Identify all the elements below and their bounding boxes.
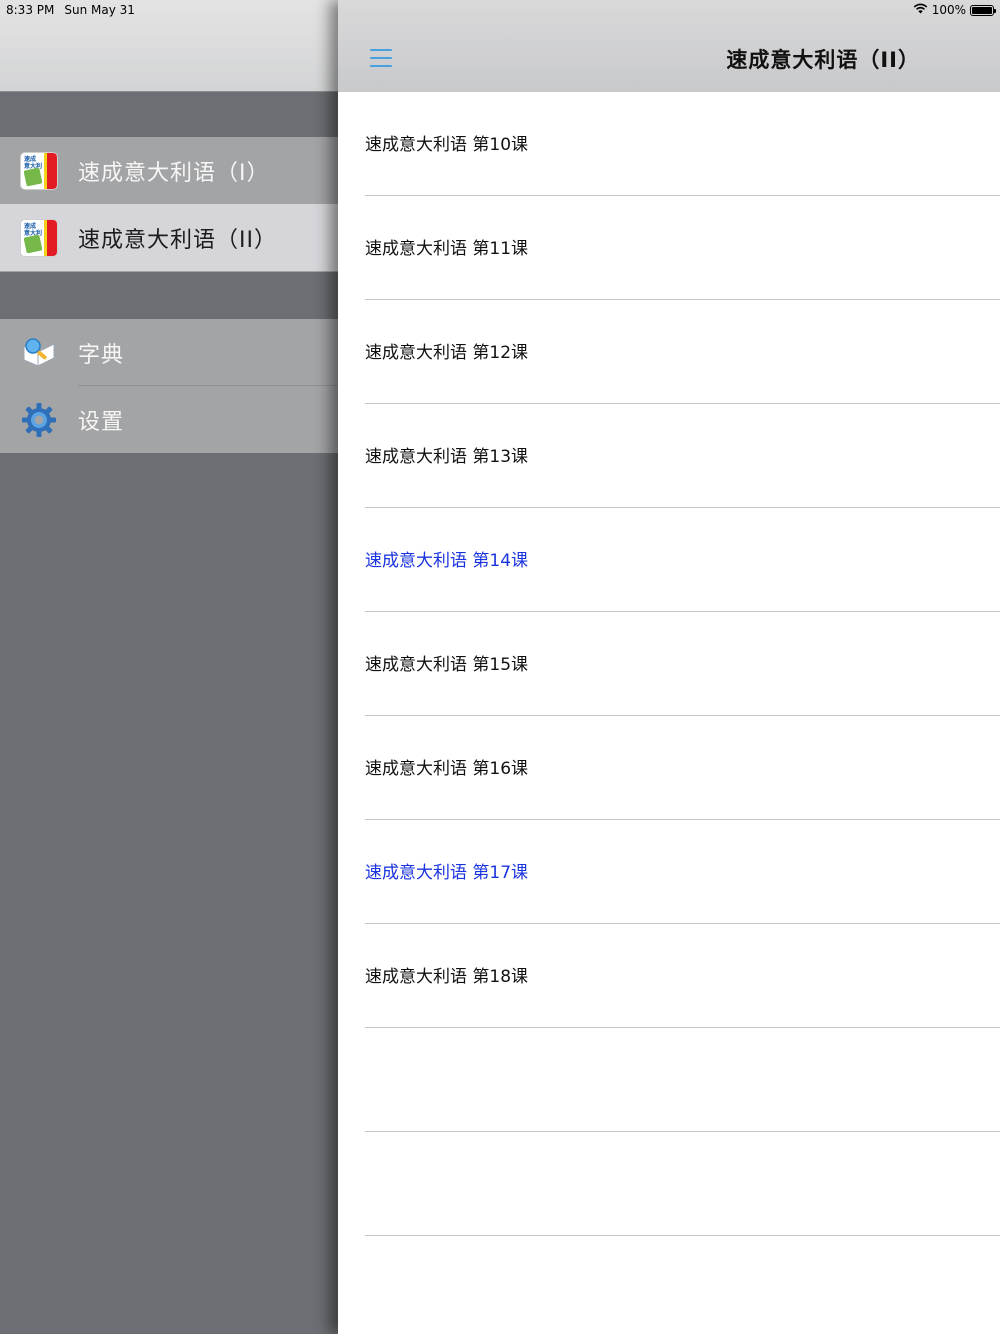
list-item[interactable]: 速成意大利语 第17课 <box>338 820 1000 924</box>
book-cover-icon: 速成 意大利 <box>20 151 58 190</box>
lesson-label: 速成意大利语 第12课 <box>365 342 529 363</box>
empty-list-item <box>338 1028 1000 1132</box>
hamburger-menu-icon[interactable] <box>370 49 392 67</box>
lesson-list: 速成意大利语 第10课 速成意大利语 第11课 速成意大利语 第12课 速成意大… <box>338 92 1000 1236</box>
main-panel: 速成意大利语（II） 速成意大利语 第10课 速成意大利语 第11课 速成意大利… <box>338 0 1000 1334</box>
lesson-label: 速成意大利语 第10课 <box>365 134 529 155</box>
book-cover-icon: 速成 意大利 <box>20 218 58 257</box>
list-item[interactable]: 速成意大利语 第13课 <box>338 404 1000 508</box>
battery-percent: 100% <box>931 3 966 17</box>
lesson-label: 速成意大利语 第11课 <box>365 238 529 259</box>
list-item[interactable]: 速成意大利语 第12课 <box>338 300 1000 404</box>
list-item[interactable]: 速成意大利语 第16课 <box>338 716 1000 820</box>
list-item[interactable]: 速成意大利语 第10课 <box>338 92 1000 196</box>
empty-list-item <box>338 1132 1000 1236</box>
gear-icon <box>20 401 58 439</box>
sidebar-item-settings[interactable]: 设置 <box>0 386 338 453</box>
sidebar-item-label: 设置 <box>78 409 125 435</box>
dictionary-icon <box>20 334 58 372</box>
lesson-label: 速成意大利语 第15课 <box>365 654 529 675</box>
list-item[interactable]: 速成意大利语 第11课 <box>338 196 1000 300</box>
lesson-label: 速成意大利语 第14课 <box>365 550 529 571</box>
sidebar-item-book-1[interactable]: 速成 意大利 速成意大利语（I） <box>0 137 338 204</box>
row-divider <box>365 1235 1000 1236</box>
sidebar-item-dictionary[interactable]: 字典 <box>0 319 338 386</box>
wifi-icon <box>913 3 928 17</box>
lesson-label: 速成意大利语 第16课 <box>365 758 529 779</box>
status-date: Sun May 31 <box>64 3 135 17</box>
list-item[interactable]: 速成意大利语 第18课 <box>338 924 1000 1028</box>
sidebar-item-label: 字典 <box>78 342 125 368</box>
status-time: 8:33 PM <box>6 3 55 17</box>
lesson-label: 速成意大利语 第17课 <box>365 862 529 883</box>
status-bar: 8:33 PM Sun May 31 100% <box>0 0 1000 22</box>
lesson-label: 速成意大利语 第18课 <box>365 966 529 987</box>
sidebar-tools-group: 字典 设置 <box>0 319 338 453</box>
list-item[interactable]: 速成意大利语 第14课 <box>338 508 1000 612</box>
sidebar-item-book-2[interactable]: 速成 意大利 速成意大利语（II） <box>0 204 338 271</box>
page-title: 速成意大利语（II） <box>726 48 920 72</box>
app-root: 速成 意大利 速成意大利语（I） 速成 意大利 速成意大利语（II） 字典 设置… <box>0 0 1000 1334</box>
sidebar-item-label: 速成意大利语（I） <box>78 160 270 186</box>
lesson-label: 速成意大利语 第13课 <box>365 446 529 467</box>
sidebar: 速成 意大利 速成意大利语（I） 速成 意大利 速成意大利语（II） 字典 设置 <box>0 0 338 1334</box>
sidebar-books-group: 速成 意大利 速成意大利语（I） 速成 意大利 速成意大利语（II） <box>0 137 338 272</box>
battery-icon <box>970 4 996 16</box>
list-item[interactable]: 速成意大利语 第15课 <box>338 612 1000 716</box>
sidebar-item-label: 速成意大利语（II） <box>78 227 277 253</box>
